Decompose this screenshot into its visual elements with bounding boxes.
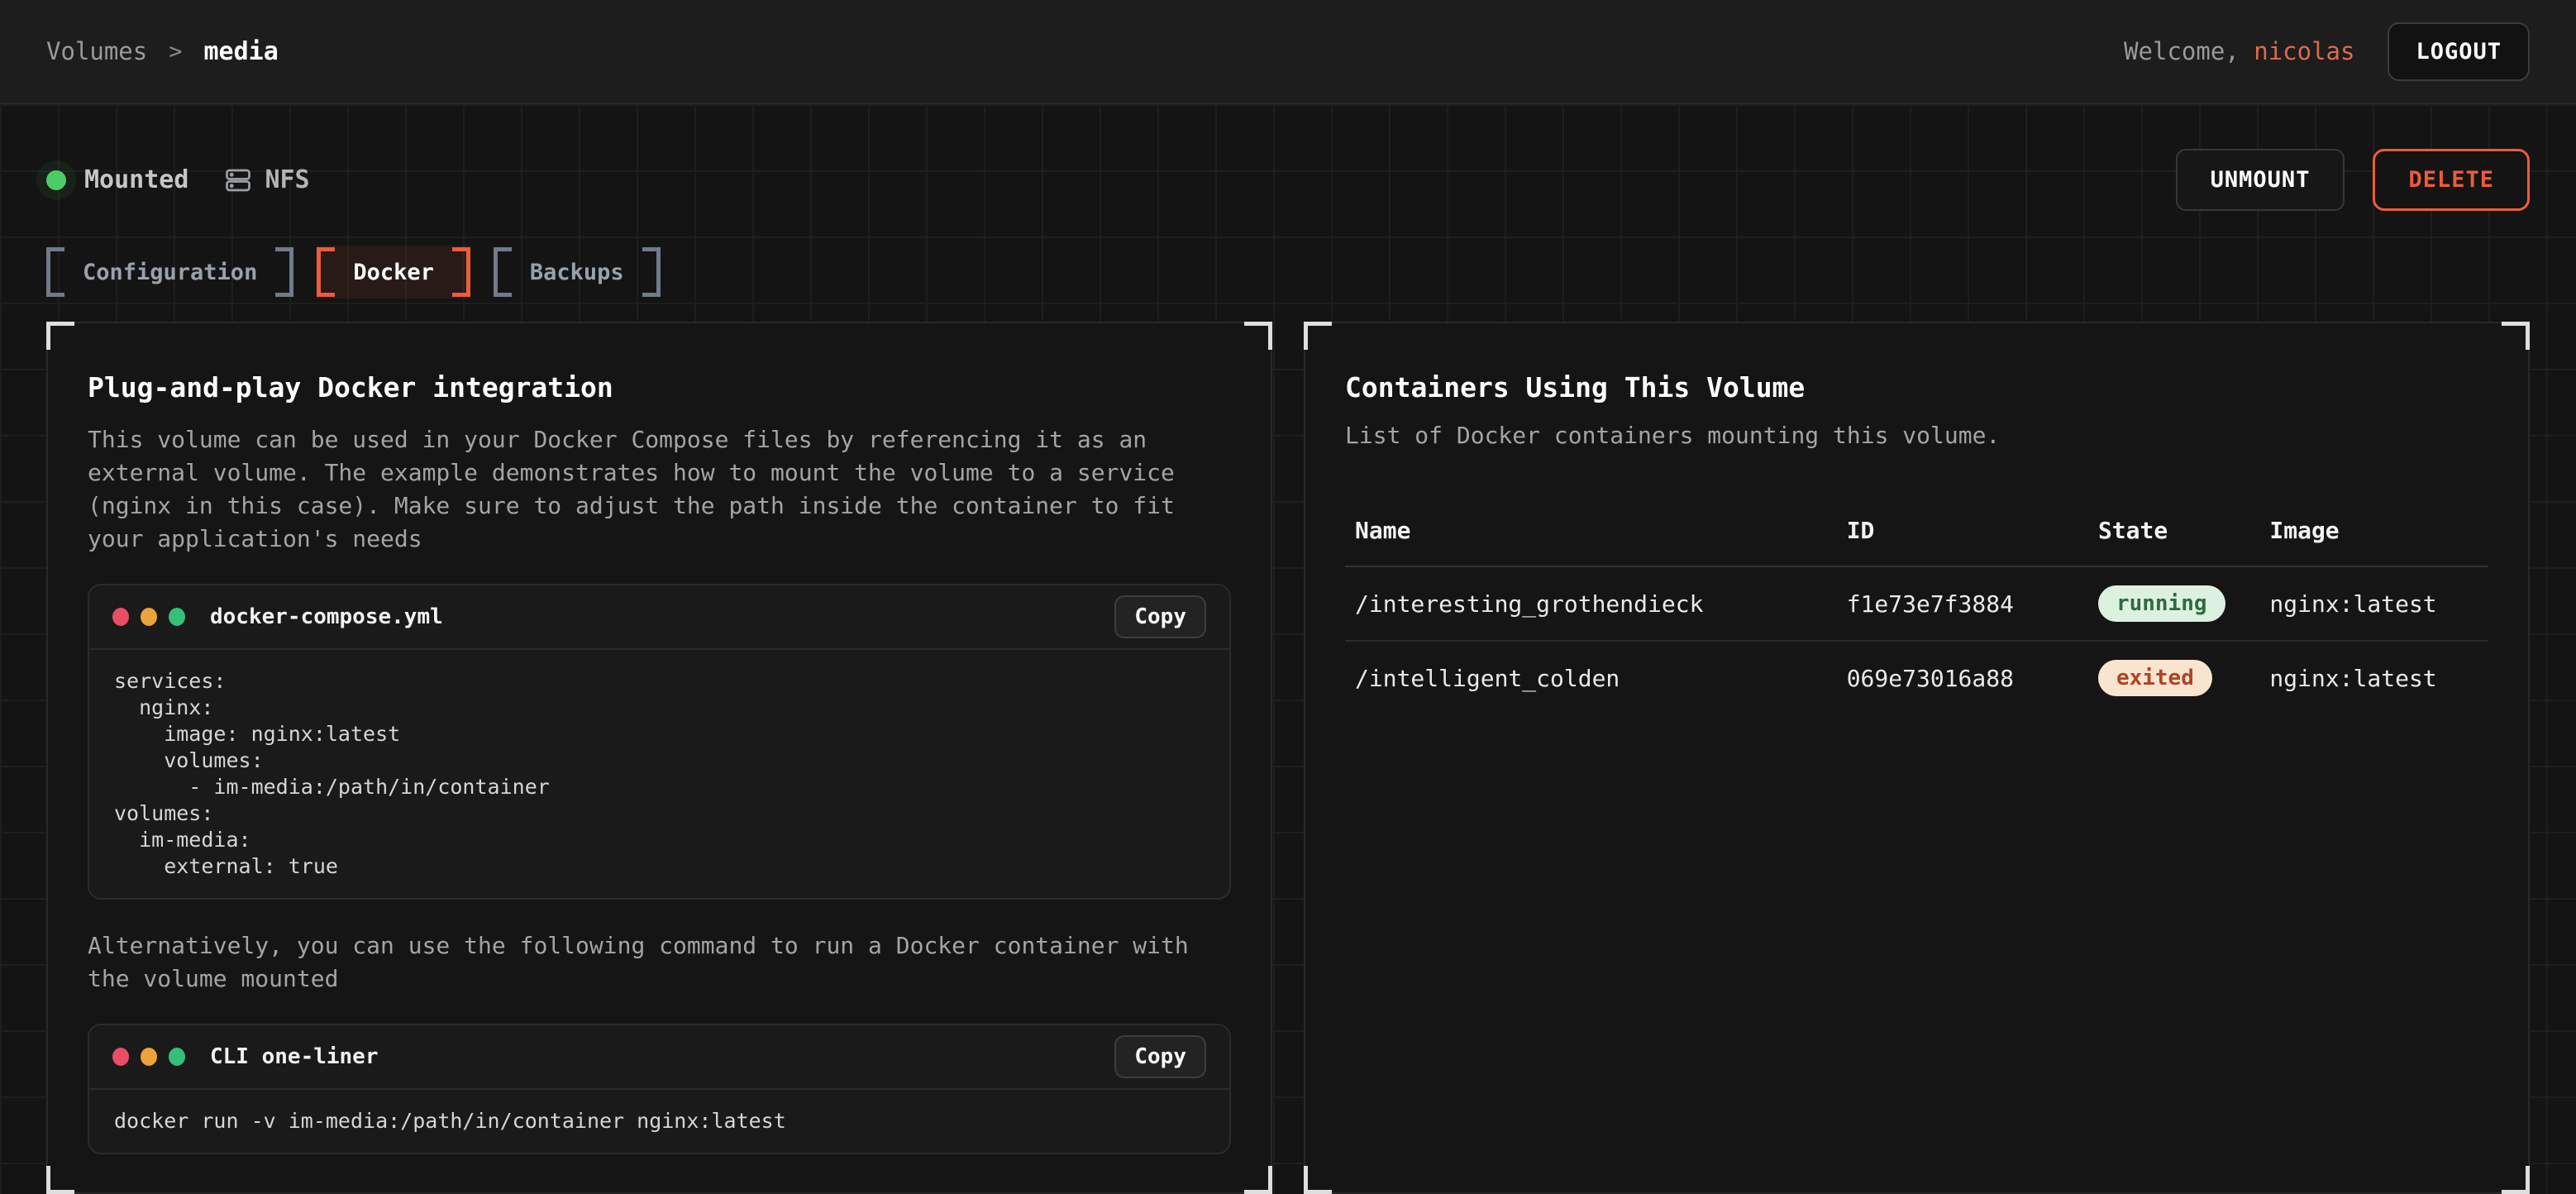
cli-code-block: CLI one-liner Copy docker run -v im-medi… <box>88 1024 1231 1154</box>
panel-corner <box>46 1166 74 1194</box>
column-header-name: Name <box>1345 500 1837 566</box>
table-row: /intelligent_colden 069e73016a88 exited … <box>1345 641 2488 714</box>
panel-corner <box>1244 322 1272 350</box>
delete-button[interactable]: DELETE <box>2373 149 2530 211</box>
chevron-right-icon: > <box>169 39 182 64</box>
main-content: Mounted NFS UNMOUNT DELETE Configuration… <box>0 104 2576 1194</box>
username: nicolas <box>2254 37 2354 65</box>
window-controls <box>112 608 185 626</box>
panel-corner <box>2502 1166 2530 1194</box>
panel-title: Containers Using This Volume <box>1345 371 2488 404</box>
top-bar: Volumes > media Welcome, nicolas LOGOUT <box>0 0 2576 104</box>
table-row: /interesting_grothendieck f1e73e7f3884 r… <box>1345 566 2488 641</box>
code-filename: CLI one-liner <box>210 1044 379 1069</box>
unmount-button[interactable]: UNMOUNT <box>2176 149 2345 211</box>
panel-corner <box>1244 1166 1272 1194</box>
breadcrumb: Volumes > media <box>46 37 279 66</box>
tab-bar: Configuration Docker Backups <box>46 246 2530 298</box>
tab-configuration[interactable]: Configuration <box>46 246 293 298</box>
panel-corner <box>2502 322 2530 350</box>
window-controls <box>112 1048 185 1066</box>
traffic-light-amber-icon <box>141 608 157 626</box>
containers-table: Name ID State Image /interesting_grothen… <box>1345 500 2488 714</box>
status-bar: Mounted NFS UNMOUNT DELETE <box>46 104 2530 211</box>
cli-intro-text: Alternatively, you can use the following… <box>88 929 1200 996</box>
panel-corner <box>1304 322 1332 350</box>
nfs-server-icon <box>223 165 253 195</box>
code-block-header: CLI one-liner Copy <box>89 1025 1229 1090</box>
traffic-light-red-icon <box>112 608 129 626</box>
panel-subtitle: List of Docker containers mounting this … <box>1345 422 2488 449</box>
cell-name: /intelligent_colden <box>1345 641 1837 714</box>
breadcrumb-current: media <box>203 37 278 66</box>
tab-backups[interactable]: Backups <box>494 246 661 298</box>
cell-id: 069e73016a88 <box>1837 641 2088 714</box>
mount-status-label: Mounted <box>84 165 188 194</box>
cell-state: running <box>2088 566 2259 641</box>
code-block-header: docker-compose.yml Copy <box>89 585 1229 650</box>
logout-button[interactable]: LOGOUT <box>2388 22 2530 81</box>
state-badge: exited <box>2098 660 2212 696</box>
welcome-text: Welcome, nicolas <box>2124 37 2354 65</box>
state-badge: running <box>2098 585 2225 622</box>
panel-description: This volume can be used in your Docker C… <box>88 423 1200 556</box>
compose-code-block: docker-compose.yml Copy services: nginx:… <box>88 584 1231 900</box>
table-header-row: Name ID State Image <box>1345 500 2488 566</box>
cell-state: exited <box>2088 641 2259 714</box>
copy-button[interactable]: Copy <box>1114 1035 1206 1078</box>
traffic-light-red-icon <box>112 1048 129 1066</box>
volume-type-label: NFS <box>265 165 309 194</box>
docker-integration-panel: Plug-and-play Docker integration This vo… <box>46 322 1272 1194</box>
code-content: docker run -v im-media:/path/in/containe… <box>89 1090 1229 1153</box>
tab-docker[interactable]: Docker <box>317 246 470 298</box>
cell-name: /interesting_grothendieck <box>1345 566 1837 641</box>
cell-image: nginx:latest <box>2259 566 2488 641</box>
code-filename: docker-compose.yml <box>210 604 443 629</box>
column-header-state: State <box>2088 500 2259 566</box>
containers-panel: Containers Using This Volume List of Doc… <box>1304 322 2530 1194</box>
traffic-light-green-icon <box>169 1048 185 1066</box>
traffic-light-green-icon <box>169 608 185 626</box>
code-content: services: nginx: image: nginx:latest vol… <box>89 650 1229 898</box>
breadcrumb-volumes-link[interactable]: Volumes <box>46 37 147 65</box>
cell-id: f1e73e7f3884 <box>1837 566 2088 641</box>
cell-image: nginx:latest <box>2259 641 2488 714</box>
panel-title: Plug-and-play Docker integration <box>88 371 1231 404</box>
panel-corner <box>1304 1166 1332 1194</box>
column-header-id: ID <box>1837 500 2088 566</box>
panel-corner <box>46 322 74 350</box>
traffic-light-amber-icon <box>141 1048 157 1066</box>
column-header-image: Image <box>2259 500 2488 566</box>
mounted-status-dot-icon <box>46 170 66 190</box>
copy-button[interactable]: Copy <box>1114 595 1206 638</box>
